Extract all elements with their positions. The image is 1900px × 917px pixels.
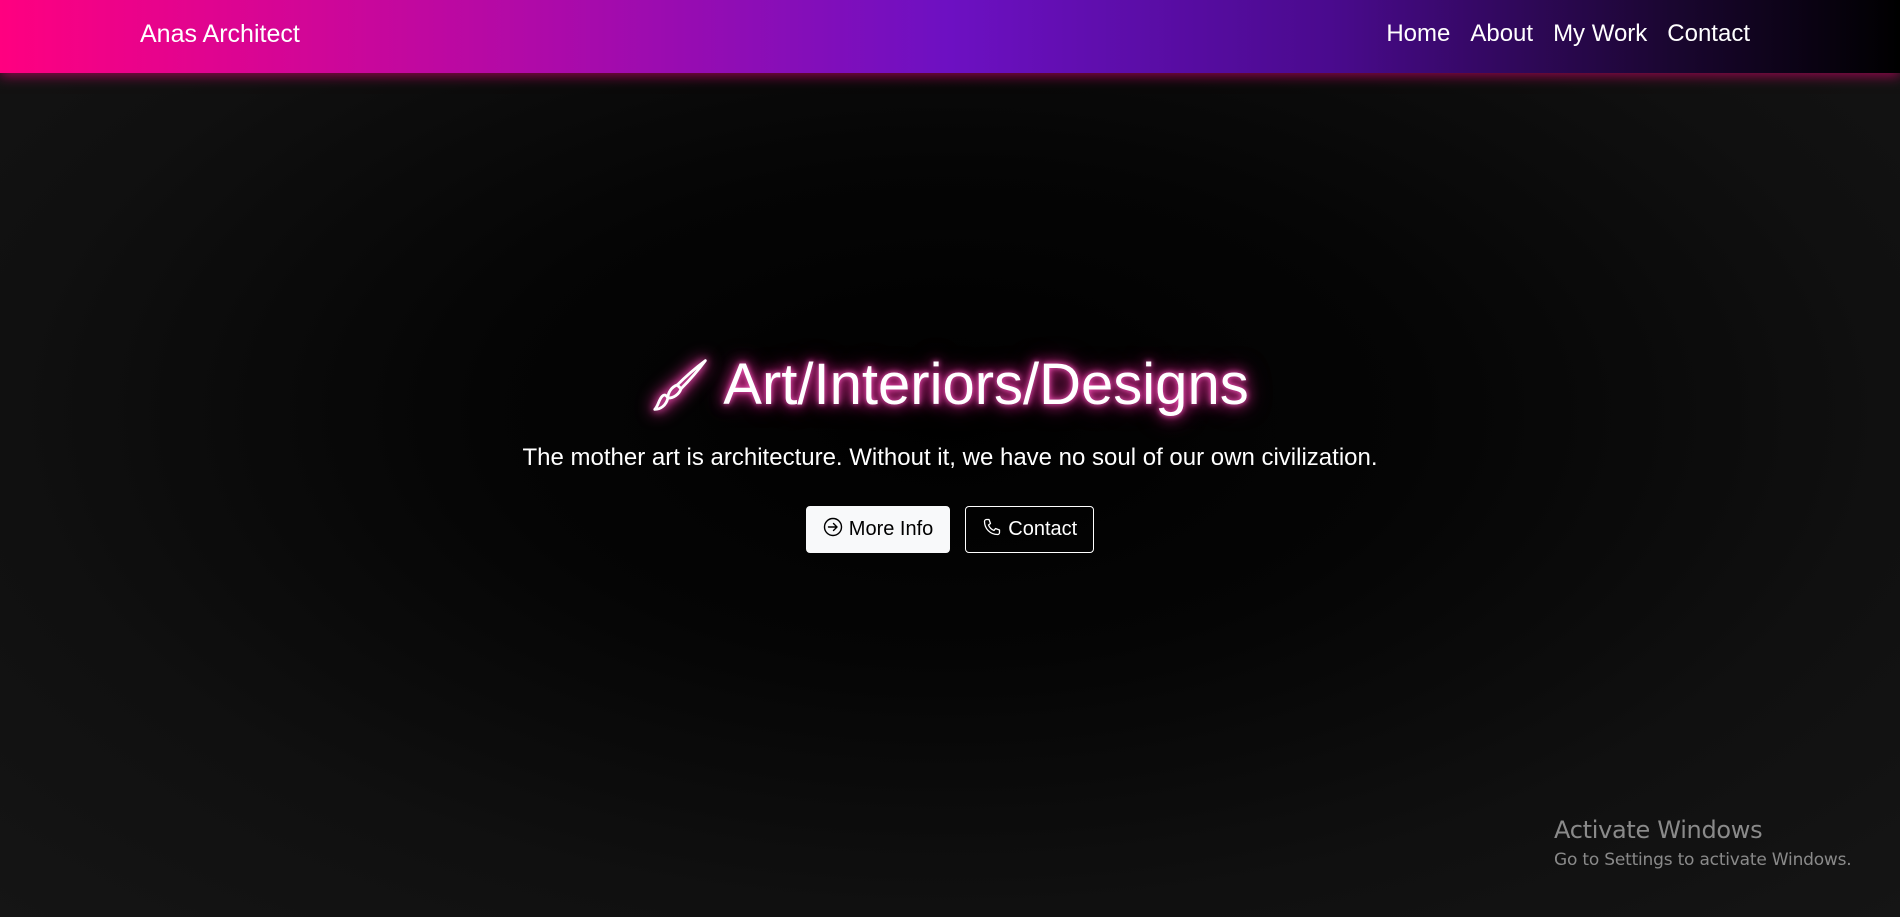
contact-button[interactable]: Contact: [965, 506, 1095, 553]
telephone-icon: [982, 517, 1002, 543]
arrow-right-circle-icon: [823, 517, 843, 543]
hero-title: Art/Interiors/Designs: [651, 352, 1249, 417]
hero-buttons: More Info Contact: [0, 506, 1900, 553]
paintbrush-icon: [651, 355, 711, 415]
more-info-button[interactable]: More Info: [805, 506, 951, 553]
hero-subtitle: The mother art is architecture. Without …: [522, 444, 1378, 471]
watermark-title: Activate Windows: [1554, 816, 1763, 844]
nav-link-contact[interactable]: Contact: [1667, 20, 1750, 48]
hero-section: Art/Interiors/Designs The mother art is …: [0, 355, 1900, 553]
nav-link-about[interactable]: About: [1470, 20, 1533, 48]
contact-label: Contact: [1008, 518, 1078, 540]
navbar: Anas Architect Home About My Work Contac…: [0, 0, 1900, 73]
nav-link-home[interactable]: Home: [1386, 20, 1450, 48]
hero-title-text: Art/Interiors/Designs: [723, 352, 1249, 417]
nav-links: Home About My Work Contact: [1386, 20, 1750, 48]
nav-link-my-work[interactable]: My Work: [1553, 20, 1647, 48]
activate-windows-watermark: Activate Windows Go to Settings to activ…: [1554, 816, 1852, 870]
brand-link[interactable]: Anas Architect: [140, 20, 300, 49]
watermark-subtitle: Go to Settings to activate Windows.: [1554, 850, 1852, 870]
more-info-label: More Info: [848, 518, 934, 540]
page: Anas Architect Home About My Work Contac…: [0, 0, 1900, 917]
